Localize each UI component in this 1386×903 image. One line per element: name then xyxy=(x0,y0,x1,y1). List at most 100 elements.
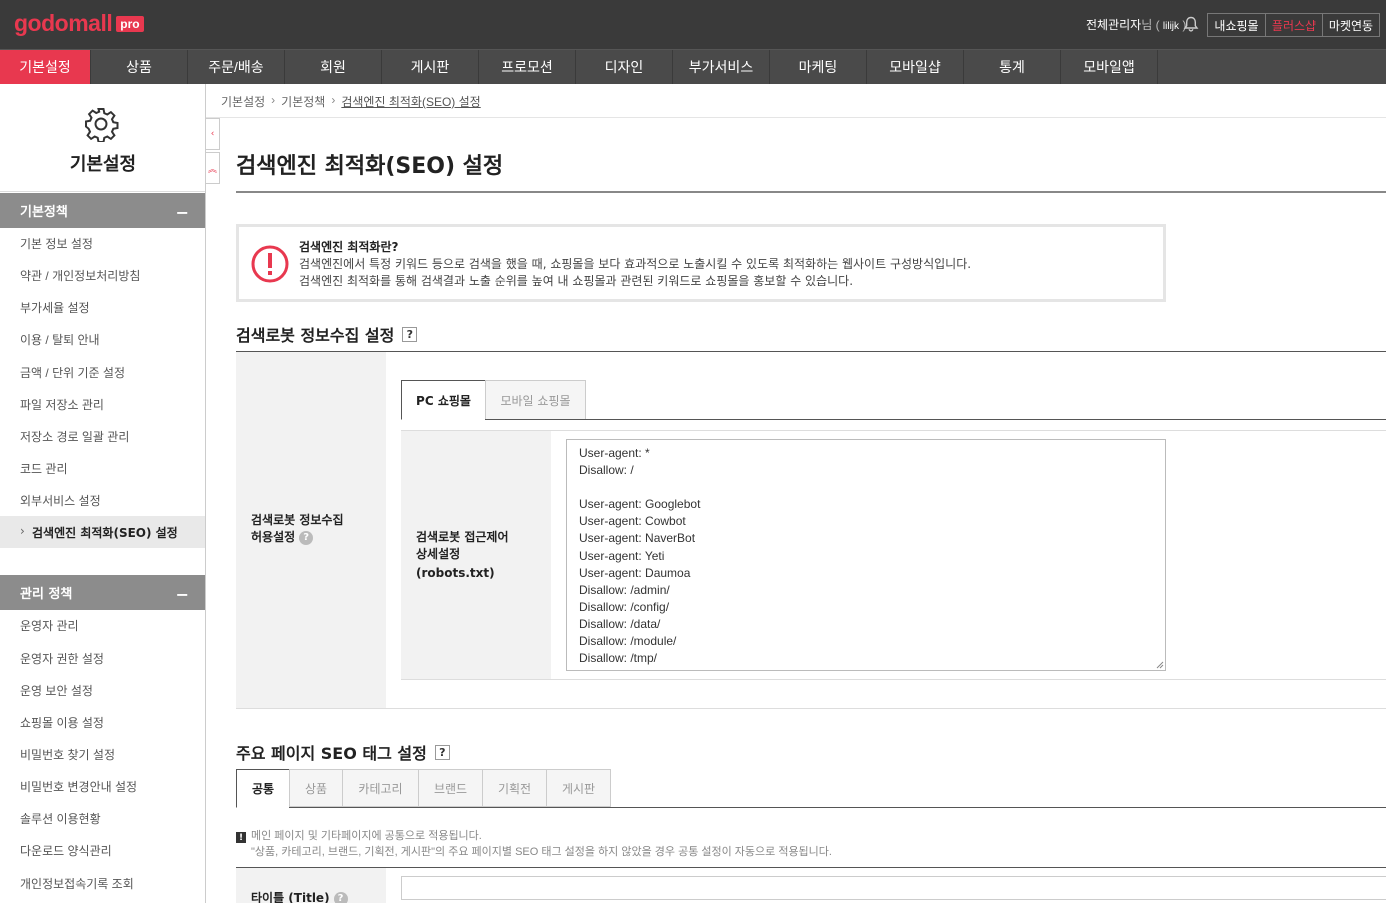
divider xyxy=(289,807,1386,808)
sidebar-item-permissions[interactable]: 운영자 권한 설정 xyxy=(20,650,104,667)
admin-name: 전체관리자 xyxy=(1086,18,1142,32)
tab-brand[interactable]: 브랜드 xyxy=(418,769,483,807)
divider xyxy=(236,351,1386,352)
nav-promotion[interactable]: 프로모션 xyxy=(479,50,576,84)
sidebar-item-security[interactable]: 운영 보안 설정 xyxy=(20,682,93,699)
tab-product[interactable]: 상품 xyxy=(289,769,343,807)
sidebar-group-admin-policy[interactable]: 관리 정책 − xyxy=(0,575,205,610)
resize-handle-icon[interactable] xyxy=(1156,661,1164,669)
breadcrumb-current[interactable]: 검색엔진 최적화(SEO) 설정 xyxy=(341,93,480,110)
collapse-icon[interactable]: − xyxy=(176,203,189,222)
sidebar-item-access-log[interactable]: 개인정보접속기록 조회 xyxy=(20,875,134,892)
market-link-button[interactable]: 마켓연동 xyxy=(1322,13,1380,37)
sidebar-item-storage-path[interactable]: 저장소 경로 일괄 관리 xyxy=(20,428,129,445)
logo-pro-badge: pro xyxy=(116,15,144,32)
chevron-left-icon: ‹ xyxy=(210,129,215,139)
nav-products[interactable]: 상품 xyxy=(91,50,188,84)
plus-shop-button[interactable]: 플러스샵 xyxy=(1265,13,1323,37)
sidebar-group-label: 관리 정책 xyxy=(20,587,73,602)
sidebar-item-usage-guide[interactable]: 이용 / 탈퇴 안내 xyxy=(20,331,100,348)
robots-allow-label: 검색로봇 정보수집 허용설정? xyxy=(251,513,344,545)
nav-mobile-shop[interactable]: 모바일샵 xyxy=(867,50,964,84)
godomall-logo[interactable]: godomall pro xyxy=(14,10,144,37)
sidebar-collapse-button[interactable]: ‹ xyxy=(206,118,220,150)
divider xyxy=(236,867,1386,868)
main-nav: 기본설정 상품 주문/배송 회원 게시판 프로모션 디자인 부가서비스 마케팅 … xyxy=(0,49,1386,84)
help-icon[interactable]: ? xyxy=(299,530,314,545)
help-icon[interactable]: ? xyxy=(333,891,348,903)
sidebar-group-label: 기본정책 xyxy=(20,205,68,220)
robots-txt-textarea[interactable]: User-agent: * Disallow: / User-agent: Go… xyxy=(566,439,1166,671)
nav-mobile-app[interactable]: 모바일앱 xyxy=(1061,50,1158,84)
sidebar-item-external-service[interactable]: 외부서비스 설정 xyxy=(20,492,101,509)
bell-icon[interactable] xyxy=(1183,16,1199,32)
sidebar-item-seo[interactable]: 검색엔진 최적화(SEO) 설정 xyxy=(32,524,178,541)
help-icon[interactable]: ? xyxy=(402,326,418,342)
sidebar-item-shop-usage[interactable]: 쇼핑몰 이용 설정 xyxy=(20,714,104,731)
divider xyxy=(485,419,1386,420)
nav-orders[interactable]: 주문/배송 xyxy=(188,50,285,84)
breadcrumb: 기본설정 › 기본정책 › 검색엔진 최적화(SEO) 설정 xyxy=(221,93,481,110)
sidebar-item-password-find[interactable]: 비밀번호 찾기 설정 xyxy=(20,746,115,763)
divider xyxy=(206,117,1386,118)
sidebar-item-operators[interactable]: 운영자 관리 xyxy=(20,617,79,634)
info-text: 메인 페이지 및 기타페이지에 공통으로 적용됩니다. xyxy=(251,830,482,842)
sidebar-item-download-forms[interactable]: 다운로드 양식관리 xyxy=(20,842,112,859)
nav-marketing[interactable]: 마케팅 xyxy=(770,50,867,84)
tab-exhibition[interactable]: 기획전 xyxy=(482,769,547,807)
nav-board[interactable]: 게시판 xyxy=(382,50,479,84)
breadcrumb-item[interactable]: 기본설정 xyxy=(221,93,265,110)
notice-title: 검색엔진 최적화란? xyxy=(299,240,399,254)
breadcrumb-item[interactable]: 기본정책 xyxy=(281,93,325,110)
section-title-seo-tags: 주요 페이지 SEO 태그 설정 ? xyxy=(236,740,450,764)
nav-design[interactable]: 디자인 xyxy=(576,50,673,84)
double-chevron-up-icon: ︽ xyxy=(207,164,217,175)
sidebar-item-solution-status[interactable]: 솔루션 이용현황 xyxy=(20,810,101,827)
sidebar-item-file-storage[interactable]: 파일 저장소 관리 xyxy=(20,396,104,413)
admin-info: 전체관리자님 ( lilijk ) xyxy=(1086,18,1187,32)
title-tag-input[interactable] xyxy=(401,876,1386,900)
tab-board[interactable]: 게시판 xyxy=(546,769,611,807)
my-shop-button[interactable]: 내쇼핑몰 xyxy=(1207,13,1266,37)
nav-members[interactable]: 회원 xyxy=(285,50,382,84)
sidebar-item-code[interactable]: 코드 관리 xyxy=(20,460,68,477)
nav-addon[interactable]: 부가서비스 xyxy=(673,50,770,84)
admin-id: lilijk xyxy=(1162,21,1180,32)
sidebar-item-currency[interactable]: 금액 / 단위 기준 설정 xyxy=(20,364,125,381)
info-text: "상품, 카테고리, 브랜드, 기획전, 게시판"의 주요 페이지별 SEO 태… xyxy=(251,846,832,858)
section-title-robots: 검색로봇 정보수집 설정 ? xyxy=(236,322,418,346)
collapse-icon[interactable]: − xyxy=(176,585,189,604)
logo-text: godomall xyxy=(14,10,113,36)
sidebar-title: 기본설정 xyxy=(69,154,137,175)
sidebar-item-basic-info[interactable]: 기본 정보 설정 xyxy=(20,235,93,252)
chevron-right-icon: › xyxy=(271,93,276,107)
sidebar-item-terms[interactable]: 약관 / 개인정보처리방침 xyxy=(20,267,140,284)
tab-mobile-shop[interactable]: 모바일 쇼핑몰 xyxy=(485,380,586,420)
gear-icon xyxy=(85,108,119,142)
top-header: godomall pro 전체관리자님 ( lilijk ) 내쇼핑몰 플러스샵… xyxy=(0,0,1386,49)
sidebar: 기본설정 기본정책 − 기본 정보 설정 약관 / 개인정보처리방침 부가세율 … xyxy=(0,84,206,903)
chevron-right-icon: › xyxy=(20,524,25,538)
nav-basic-settings[interactable]: 기본설정 xyxy=(0,50,91,84)
notice-line: 검색엔진 최적화를 통해 검색결과 노출 순위를 높여 내 쇼핑몰과 관련된 키… xyxy=(299,274,854,288)
sidebar-group-basic-policy[interactable]: 기본정책 − xyxy=(0,193,205,228)
scroll-top-button[interactable]: ︽ xyxy=(206,152,220,184)
robots-txt-label: 검색로봇 접근제어 상세설정 (robots.txt) xyxy=(416,530,509,580)
divider xyxy=(236,191,1386,193)
tab-category[interactable]: 카테고리 xyxy=(342,769,419,807)
help-icon[interactable]: ? xyxy=(434,744,450,760)
sidebar-item-password-change[interactable]: 비밀번호 변경안내 설정 xyxy=(20,778,137,795)
exclamation-icon xyxy=(251,245,289,283)
title-tag-label: 타이틀 (Title)? xyxy=(251,890,348,903)
seo-notice-box: 검색엔진 최적화란? 검색엔진에서 특정 키워드 등으로 검색을 했을 때, 쇼… xyxy=(236,224,1166,302)
tab-pc-shop[interactable]: PC 쇼핑몰 xyxy=(401,380,486,420)
divider xyxy=(236,708,1386,709)
chevron-right-icon: › xyxy=(331,93,336,107)
sidebar-item-vat[interactable]: 부가세율 설정 xyxy=(20,299,90,316)
divider xyxy=(401,679,1386,680)
info-icon: ! xyxy=(236,832,246,843)
tab-common[interactable]: 공통 xyxy=(236,769,290,808)
page-title: 검색엔진 최적화(SEO) 설정 xyxy=(236,154,504,179)
nav-stats[interactable]: 통계 xyxy=(964,50,1061,84)
notice-line: 검색엔진에서 특정 키워드 등으로 검색을 했을 때, 쇼핑몰을 보다 효과적으… xyxy=(299,257,972,271)
